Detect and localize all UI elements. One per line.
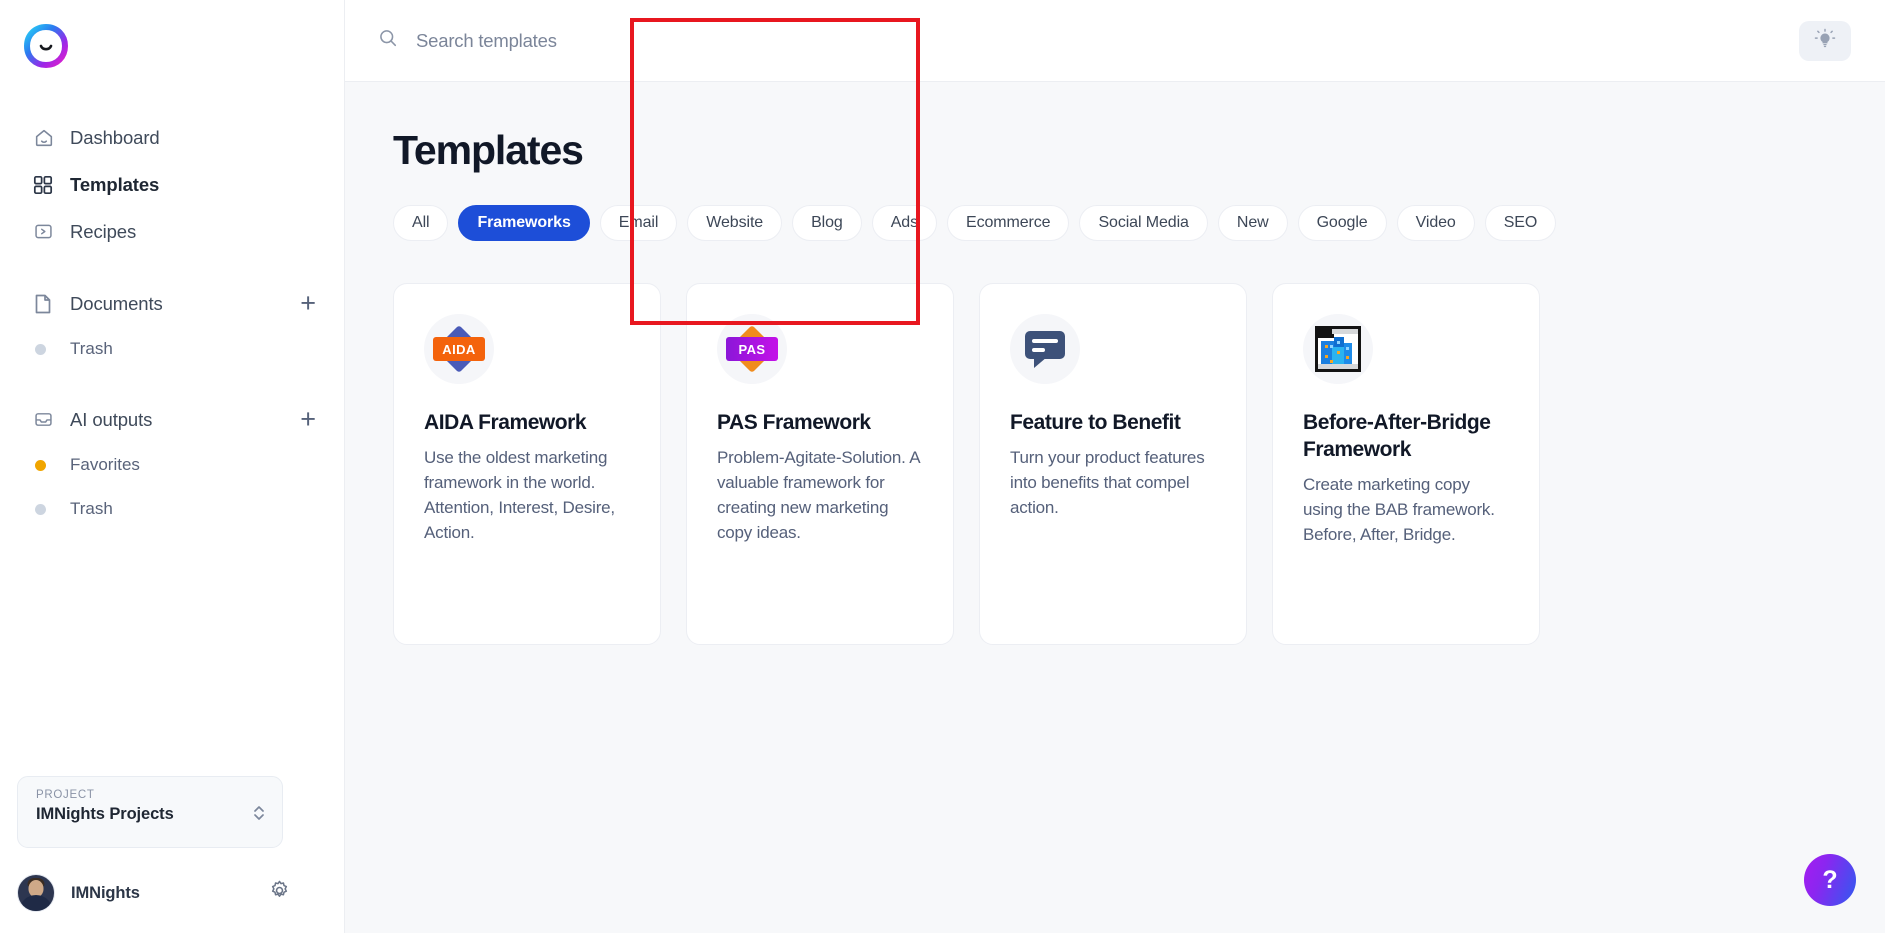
template-card-grid: AIDA AIDA Framework Use the oldest marke… [393, 283, 1885, 645]
filter-chip-social-media[interactable]: Social Media [1079, 205, 1208, 241]
theme-toggle-button[interactable] [1799, 20, 1851, 61]
filter-chip-new[interactable]: New [1217, 205, 1288, 241]
card-description: Problem-Agitate-Solution. A valuable fra… [717, 447, 920, 543]
sidebar-item-label: Templates [70, 173, 160, 195]
aida-badge-icon: AIDA [431, 321, 487, 377]
sidebar-item-label: Dashboard [70, 126, 160, 148]
sidebar-item-label: Recipes [70, 220, 137, 242]
speech-bubble-icon [1025, 331, 1065, 368]
template-card-pas[interactable]: PAS PAS Framework Problem-Agitate-Soluti… [686, 283, 954, 645]
user-name: IMNights [71, 883, 140, 902]
card-title: AIDA Framework [424, 411, 587, 434]
sidebar-item-favorites[interactable]: Favorites [0, 443, 344, 487]
filter-chip-video[interactable]: Video [1396, 205, 1475, 241]
search-icon [378, 28, 398, 53]
card-title: Before-After-Bridge Framework [1303, 411, 1491, 461]
sidebar-subitem-label: Trash [70, 339, 113, 358]
page-title: Templates [393, 127, 584, 173]
sidebar-item-ai-trash[interactable]: Trash [0, 487, 344, 531]
search-input[interactable] [414, 28, 934, 53]
user-account-row[interactable]: IMNights [17, 867, 297, 919]
sidebar-item-documents[interactable]: Documents + [0, 280, 344, 327]
template-card-before-after-bridge[interactable]: Before-After-Bridge Framework Create mar… [1272, 283, 1540, 645]
file-icon [33, 293, 59, 315]
plus-icon[interactable]: + [300, 290, 316, 317]
sidebar-section-documents: Documents + Trash [0, 280, 344, 371]
project-label: PROJECT [36, 789, 95, 801]
card-description: Use the oldest marketing framework in th… [424, 447, 615, 543]
card-icon-container: PAS [717, 314, 787, 384]
template-card-feature-to-benefit[interactable]: Feature to Benefit Turn your product fea… [979, 283, 1247, 645]
sidebar-item-templates[interactable]: Templates [0, 161, 344, 208]
project-name: IMNights Projects [36, 805, 174, 823]
badge-text: PAS [726, 337, 778, 361]
filter-chip-website[interactable]: Website [687, 205, 783, 241]
filter-chip-blog[interactable]: Blog [792, 205, 862, 241]
dot-icon [33, 459, 59, 471]
sidebar-section-label: AI outputs [70, 408, 153, 430]
lightbulb-icon [1814, 28, 1836, 53]
grid-icon [33, 175, 59, 195]
sidebar-subitem-label: Trash [70, 499, 113, 518]
card-icon-container [1010, 314, 1080, 384]
filter-chip-seo[interactable]: SEO [1484, 205, 1557, 241]
gear-icon[interactable] [268, 879, 291, 907]
main-area: Templates All Frameworks Email Website B… [345, 0, 1885, 933]
card-title: PAS Framework [717, 411, 871, 434]
page-content: Templates All Frameworks Email Website B… [345, 18, 1885, 645]
top-bar [345, 0, 1885, 82]
card-icon-container [1303, 314, 1373, 384]
plus-icon[interactable]: + [300, 406, 316, 433]
filter-chip-frameworks[interactable]: Frameworks [458, 205, 590, 241]
filter-chip-all[interactable]: All [393, 205, 449, 241]
inbox-icon [33, 409, 59, 430]
chevron-up-down-icon [252, 803, 266, 828]
filter-chip-email[interactable]: Email [599, 205, 678, 241]
search-container[interactable] [378, 28, 1799, 53]
template-card-aida[interactable]: AIDA AIDA Framework Use the oldest marke… [393, 283, 661, 645]
terminal-icon [33, 221, 59, 242]
pas-badge-icon: PAS [724, 321, 780, 377]
avatar[interactable] [17, 874, 55, 912]
sidebar-nav: Dashboard Templates Recipes Documents + … [0, 114, 344, 531]
sidebar: Dashboard Templates Recipes Documents + … [0, 0, 345, 933]
bridge-city-icon [1315, 326, 1361, 372]
sidebar-section-label: Documents [70, 292, 163, 314]
sidebar-item-ai-outputs[interactable]: AI outputs + [0, 396, 344, 443]
sidebar-subitem-label: Favorites [70, 455, 140, 474]
dot-icon [33, 343, 59, 355]
badge-text: AIDA [433, 337, 485, 361]
smiley-ring-logo-icon [23, 23, 69, 69]
dot-icon [33, 503, 59, 515]
app-logo[interactable] [23, 23, 69, 69]
sidebar-item-dashboard[interactable]: Dashboard [0, 114, 344, 161]
sidebar-item-documents-trash[interactable]: Trash [0, 327, 344, 371]
filter-chip-google[interactable]: Google [1297, 205, 1387, 241]
card-description: Create marketing copy using the BAB fram… [1303, 474, 1495, 545]
filter-chip-ecommerce[interactable]: Ecommerce [947, 205, 1070, 241]
filter-chip-ads[interactable]: Ads [871, 205, 937, 241]
sidebar-item-recipes[interactable]: Recipes [0, 208, 344, 255]
card-icon-container: AIDA [424, 314, 494, 384]
home-icon [33, 127, 59, 149]
app-root: Dashboard Templates Recipes Documents + … [0, 0, 1885, 933]
project-selector[interactable]: PROJECT IMNights Projects [17, 776, 283, 848]
sidebar-section-ai-outputs: AI outputs + Favorites Trash [0, 396, 344, 531]
card-description: Turn your product features into benefits… [1010, 447, 1205, 518]
filter-chip-group: All Frameworks Email Website Blog Ads Ec… [393, 205, 1885, 241]
card-title: Feature to Benefit [1010, 411, 1181, 434]
help-button[interactable]: ? [1804, 854, 1856, 906]
